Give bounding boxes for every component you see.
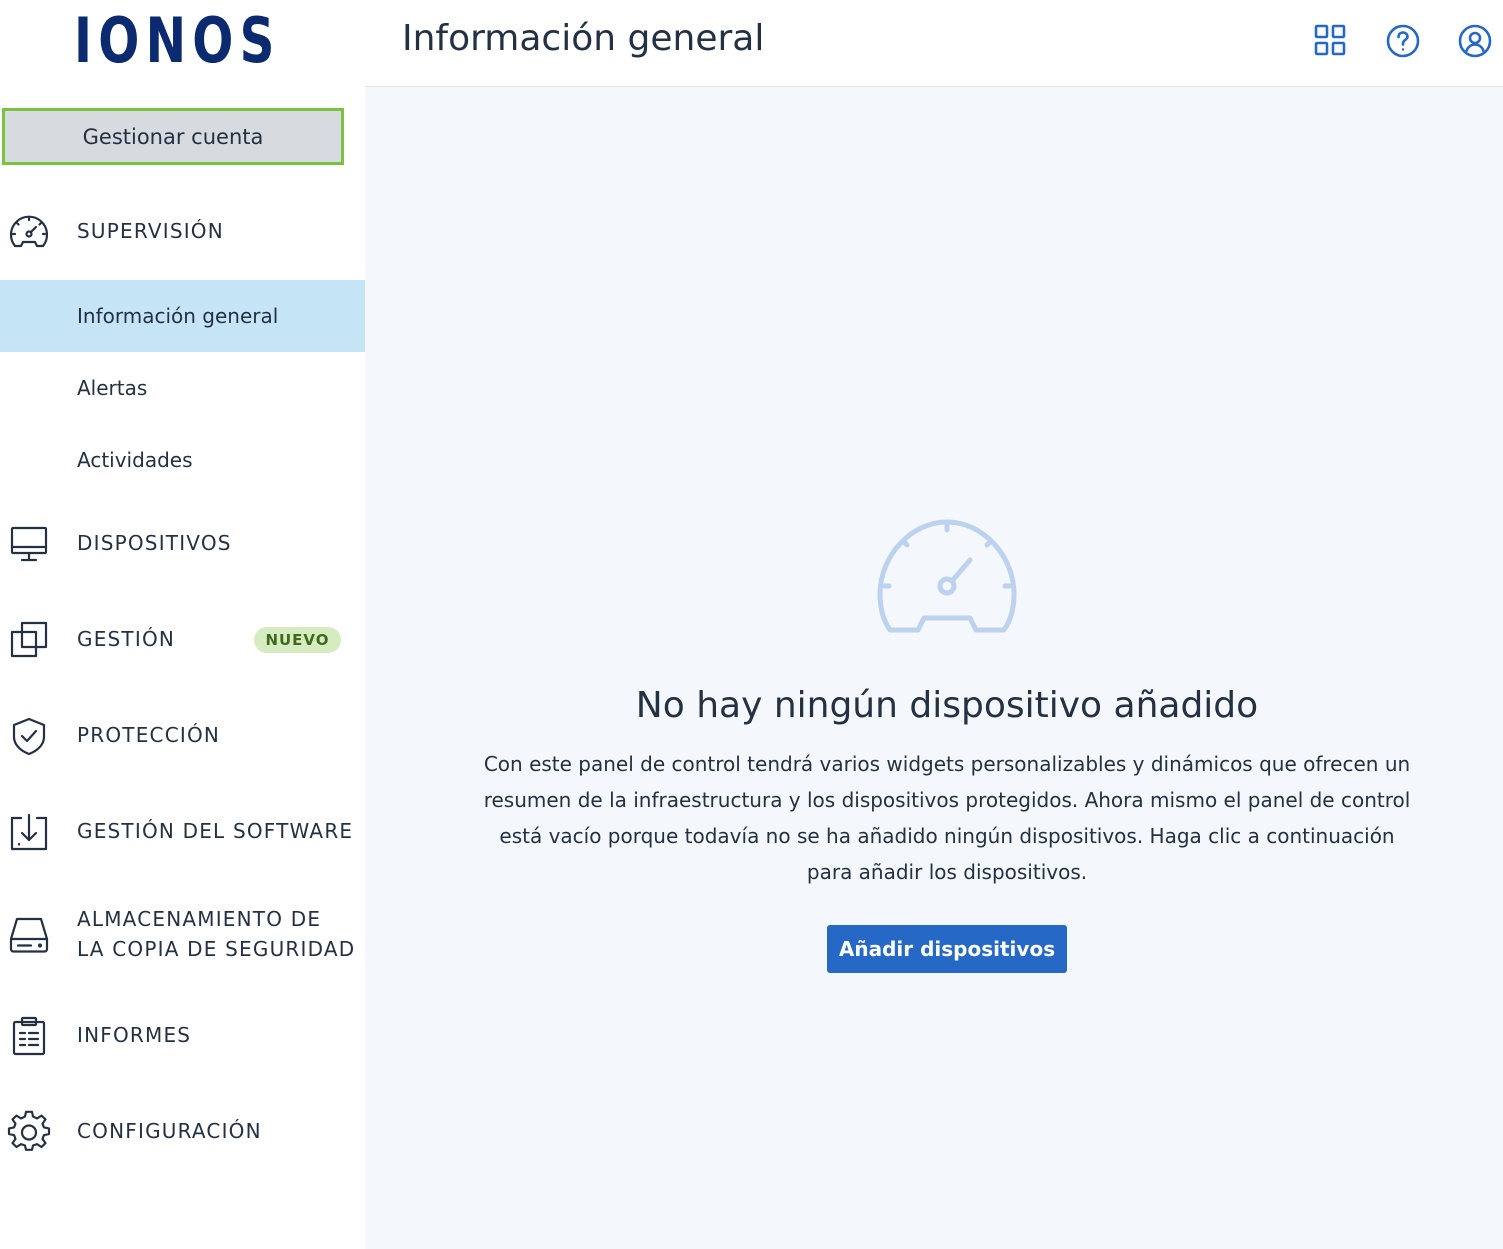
sidebar-item-overview[interactable]: Información general xyxy=(0,280,365,352)
shield-check-icon xyxy=(6,713,52,759)
gear-icon xyxy=(6,1109,52,1155)
sidebar: IONOS Gestionar cuenta SUPERVISIÓN Infor… xyxy=(0,0,365,1249)
nav-monitoring-label: SUPERVISIÓN xyxy=(77,219,224,243)
page-title: Información general xyxy=(402,18,765,59)
new-badge: NUEVO xyxy=(254,627,341,653)
nav-software-management-label: GESTIÓN DEL SOFTWARE xyxy=(77,819,354,843)
speedometer-icon xyxy=(877,519,1017,633)
nav-reports[interactable]: INFORMES xyxy=(0,1012,365,1060)
add-devices-button[interactable]: Añadir dispositivos xyxy=(827,925,1067,973)
nav-monitoring[interactable]: SUPERVISIÓN xyxy=(0,208,365,256)
nav-devices[interactable]: DISPOSITIVOS xyxy=(0,520,365,568)
nav-protection-label: PROTECCIÓN xyxy=(77,723,221,747)
logo-text: IONOS xyxy=(74,4,281,77)
hard-drive-icon xyxy=(6,912,52,958)
clipboard-icon xyxy=(6,1013,52,1059)
nav-backup-storage-label-2: LA COPIA DE SEGURIDAD xyxy=(77,937,356,961)
apps-grid-icon[interactable] xyxy=(1312,22,1350,60)
nav-settings-label: CONFIGURACIÓN xyxy=(77,1119,262,1143)
speedometer-icon xyxy=(6,209,52,255)
nav-devices-label: DISPOSITIVOS xyxy=(77,531,232,555)
nav-software-management[interactable]: GESTIÓN DEL SOFTWARE xyxy=(0,808,365,856)
nav-settings[interactable]: CONFIGURACIÓN xyxy=(0,1108,365,1156)
nav-management-label: GESTIÓN xyxy=(77,627,176,651)
sidebar-item-alerts[interactable]: Alertas xyxy=(0,352,365,424)
empty-state-title: No hay ningún dispositivo añadido xyxy=(635,685,1259,726)
user-account-icon[interactable] xyxy=(1456,22,1494,60)
sidebar-item-activities[interactable]: Actividades xyxy=(0,424,365,496)
nav-protection[interactable]: PROTECCIÓN xyxy=(0,712,365,760)
top-bar: Información general xyxy=(365,0,1503,87)
nav-backup-storage-label-1: ALMACENAMIENTO DE xyxy=(77,907,322,931)
manage-account-button[interactable]: Gestionar cuenta xyxy=(2,108,344,165)
nav-reports-label: INFORMES xyxy=(77,1023,192,1047)
help-icon[interactable] xyxy=(1384,22,1422,60)
monitor-icon xyxy=(6,521,52,567)
nav-backup-storage[interactable]: ALMACENAMIENTO DE LA COPIA DE SEGURIDAD xyxy=(0,904,365,968)
empty-state-description: Con este panel de control tendrá varios … xyxy=(483,752,1411,884)
ionos-logo[interactable]: IONOS xyxy=(74,10,274,72)
copy-squares-icon xyxy=(6,617,52,663)
download-tray-icon xyxy=(6,809,52,855)
